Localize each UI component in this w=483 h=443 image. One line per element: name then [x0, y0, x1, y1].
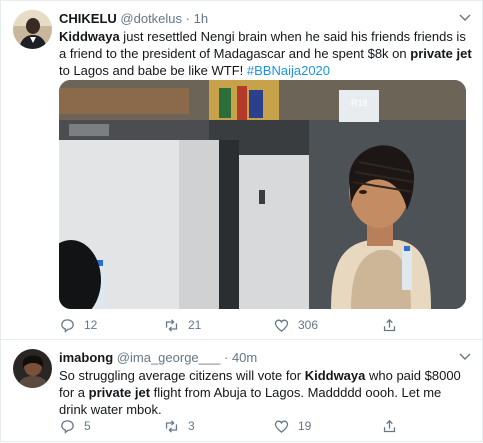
reply-icon — [61, 419, 74, 434]
tweet-actions: 5 3 19 — [59, 416, 479, 436]
timestamp[interactable]: 1h — [194, 11, 208, 26]
retweet-icon — [165, 419, 178, 433]
like-button[interactable]: 306 — [273, 315, 318, 335]
like-button[interactable]: 19 — [273, 416, 311, 436]
user-handle[interactable]: @dotkelus — [120, 11, 182, 26]
like-icon — [274, 420, 289, 433]
reply-button[interactable]: 12 — [59, 315, 97, 335]
tweet[interactable]: CHIKELU @dotkelus · 1h Kiddwaya just res… — [1, 1, 483, 340]
share-icon — [383, 318, 396, 331]
share-button[interactable] — [381, 416, 406, 436]
like-count: 19 — [298, 419, 312, 433]
separator: · — [185, 11, 190, 26]
tweet-header: imabong @ima_george___ · 40m — [59, 349, 460, 367]
reply-count: 5 — [84, 419, 91, 433]
mention-text: Kiddwaya — [59, 29, 120, 44]
like-count: 306 — [298, 318, 319, 332]
tweet-text: Kiddwaya just resettled Nengi brain when… — [59, 28, 473, 79]
tweet-text: So struggling average citizens will vote… — [59, 367, 473, 418]
timestamp[interactable]: 40m — [232, 350, 257, 365]
chevron-down-icon[interactable] — [458, 10, 472, 24]
reply-count: 12 — [84, 318, 98, 332]
avatar[interactable] — [13, 10, 52, 49]
display-name[interactable]: CHIKELU — [59, 11, 117, 26]
hashtag-link[interactable]: #BBNaija2020 — [247, 63, 330, 78]
watermark: R18 — [351, 98, 368, 108]
avatar[interactable] — [13, 349, 52, 388]
chevron-down-icon[interactable] — [458, 349, 472, 363]
tweet-actions: 12 21 306 — [59, 315, 479, 335]
display-name[interactable]: imabong — [59, 350, 113, 365]
reply-icon — [61, 318, 74, 333]
share-icon — [383, 419, 396, 432]
separator: · — [223, 350, 229, 365]
user-handle[interactable]: @ima_george___ — [117, 350, 221, 365]
timeline: CHIKELU @dotkelus · 1h Kiddwaya just res… — [0, 0, 483, 442]
text-segment: just resettled Nengi brain when he said … — [59, 29, 466, 61]
retweet-count: 21 — [188, 318, 202, 332]
retweet-button[interactable]: 3 — [163, 416, 195, 436]
retweet-button[interactable]: 21 — [163, 315, 201, 335]
tweet-header: CHIKELU @dotkelus · 1h — [59, 10, 460, 28]
bold-text: Kiddwaya — [304, 368, 366, 383]
text-segment: to Lagos and babe be like WTF! — [59, 63, 247, 78]
tweet-media-image[interactable]: R18 — [59, 80, 466, 309]
retweet-count: 3 — [188, 419, 195, 433]
bold-text: private jet — [410, 46, 472, 61]
bold-text: private jet — [88, 385, 151, 400]
share-button[interactable] — [381, 315, 406, 335]
tweet[interactable]: imabong @ima_george___ · 40m So struggli… — [1, 340, 483, 443]
text-segment: So struggling average citizens will vote… — [59, 368, 305, 383]
like-icon — [274, 319, 289, 332]
retweet-icon — [165, 318, 178, 332]
reply-button[interactable]: 5 — [59, 416, 91, 436]
